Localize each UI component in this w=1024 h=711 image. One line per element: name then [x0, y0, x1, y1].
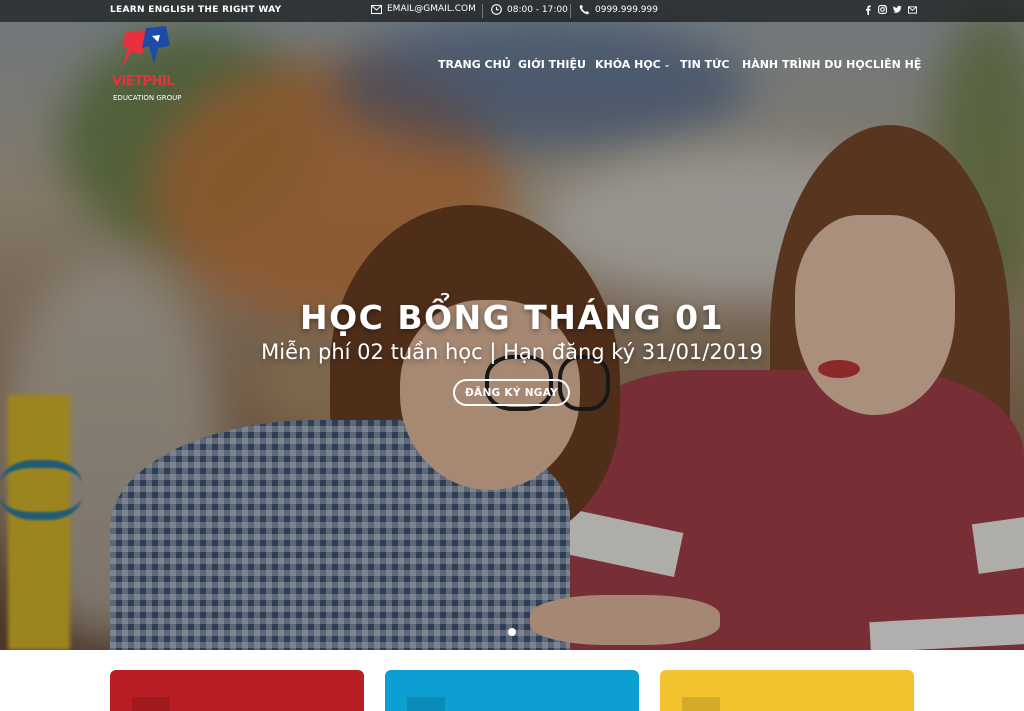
divider — [570, 4, 571, 18]
clock-icon — [491, 4, 502, 15]
divider — [482, 4, 483, 18]
phone-icon — [579, 4, 590, 15]
nav-home[interactable]: TRANG CHỦ — [438, 58, 511, 71]
chevron-down-icon: ⌄ — [663, 60, 671, 69]
facebook-icon[interactable] — [863, 4, 872, 15]
contact-email-text: EMAIL@GMAIL.COM — [387, 4, 476, 14]
contact-hours: 08:00 - 17:00 — [491, 4, 568, 15]
email-icon — [371, 4, 382, 14]
slider-dot[interactable] — [508, 628, 516, 636]
nav-news[interactable]: TIN TỨC — [680, 58, 729, 71]
slide-subtitle: Miễn phí 02 tuần học | Hạn đăng ký 31/01… — [261, 340, 763, 364]
social-links — [863, 4, 917, 15]
contact-email[interactable]: EMAIL@GMAIL.COM — [371, 4, 476, 14]
contact-phone-text: 0999.999.999 — [595, 4, 658, 15]
feature-card[interactable] — [110, 670, 364, 711]
twitter-icon[interactable] — [893, 4, 902, 15]
nav-contact[interactable]: LIÊN HỆ — [873, 58, 921, 71]
card-icon — [132, 697, 170, 711]
email-icon[interactable] — [908, 4, 917, 15]
top-bar: LEARN ENGLISH THE RIGHT WAY EMAIL@GMAIL.… — [0, 0, 1024, 22]
nav-study-abroad-journey[interactable]: HÀNH TRÌNH DU HỌC — [742, 58, 873, 71]
slide-title: HỌC BỔNG THÁNG 01 — [299, 298, 725, 337]
nav-about[interactable]: GIỚI THIỆU — [518, 58, 586, 71]
card-icon — [407, 697, 445, 711]
contact-phone[interactable]: 0999.999.999 — [579, 4, 658, 15]
feature-card[interactable] — [385, 670, 639, 711]
nav-courses-label: KHÓA HỌC — [595, 58, 661, 71]
contact-hours-text: 08:00 - 17:00 — [507, 4, 568, 15]
nav-courses[interactable]: KHÓA HỌC ⌄ — [595, 58, 670, 71]
instagram-icon[interactable] — [878, 4, 887, 15]
feature-card[interactable] — [660, 670, 914, 711]
logo-subtitle: EDUCATION GROUP — [113, 94, 182, 102]
logo-name: VIETPHIL — [112, 74, 175, 89]
card-icon — [682, 697, 720, 711]
register-now-button[interactable]: ĐĂNG KÝ NGAY — [453, 379, 570, 406]
tagline: LEARN ENGLISH THE RIGHT WAY — [110, 5, 282, 15]
